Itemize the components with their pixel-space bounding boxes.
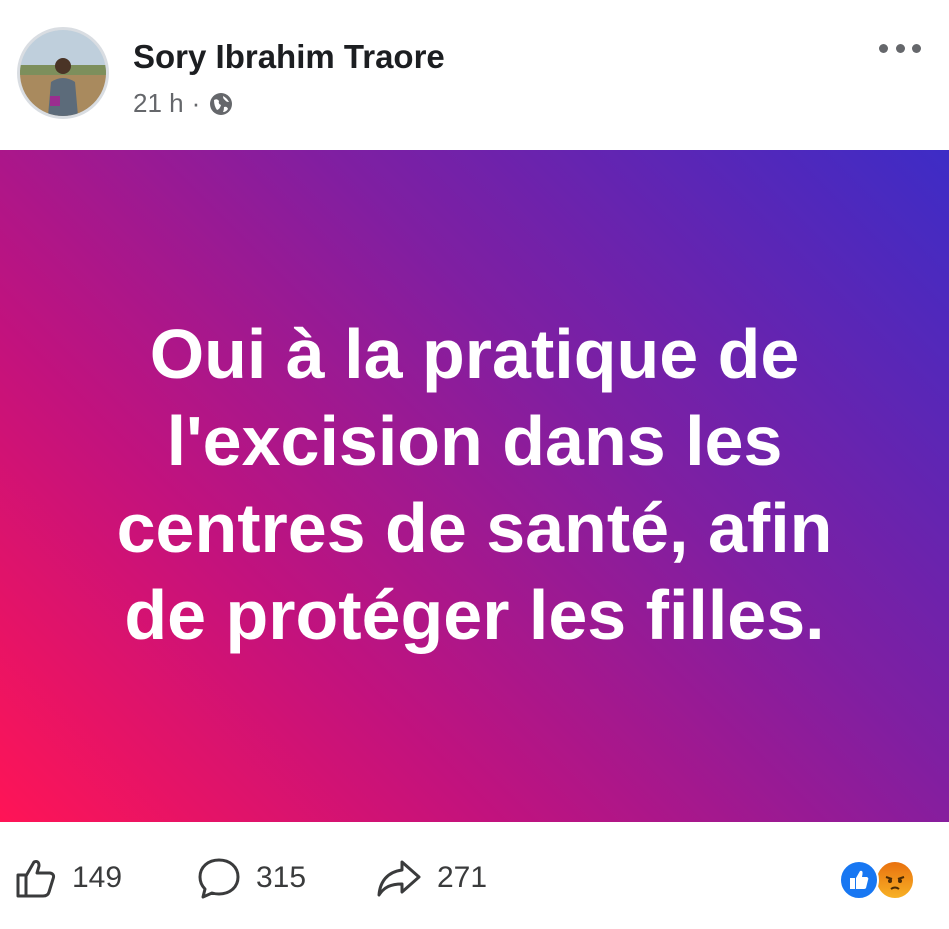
post-time[interactable]: 21 h xyxy=(133,88,184,119)
status-text: Oui à la pratique de l'excision dans les… xyxy=(35,311,915,659)
more-options-icon[interactable] xyxy=(879,38,921,58)
facebook-post: Sory Ibrahim Traore 21 h · Oui à la prat… xyxy=(0,0,949,929)
share-count: 271 xyxy=(437,861,488,894)
status-line: de protéger les filles. xyxy=(124,576,825,654)
angry-face-icon xyxy=(885,876,905,890)
avatar-photo xyxy=(20,30,106,116)
share-button[interactable]: 271 xyxy=(375,856,487,900)
more-dot xyxy=(879,43,888,53)
reactions-summary[interactable] xyxy=(839,860,923,902)
status-line: Oui à la pratique de xyxy=(149,315,800,393)
share-arrow-icon xyxy=(377,860,421,897)
comment-button[interactable]: 315 xyxy=(196,856,306,900)
meta-separator: · xyxy=(191,88,201,118)
author-name[interactable]: Sory Ibrahim Traore xyxy=(133,38,445,76)
status-background: Oui à la pratique de l'excision dans les… xyxy=(0,150,949,822)
more-dot xyxy=(895,43,905,53)
author-avatar[interactable] xyxy=(17,27,109,119)
comment-count: 315 xyxy=(256,861,307,894)
status-line: centres de santé, afin xyxy=(116,489,833,567)
post-meta: 21 h · xyxy=(133,88,234,119)
thumbs-up-mini-icon xyxy=(850,870,869,889)
like-count: 149 xyxy=(72,861,123,894)
like-button[interactable]: 149 xyxy=(14,856,122,900)
more-dot xyxy=(912,43,921,53)
post-header: Sory Ibrahim Traore 21 h · xyxy=(0,0,949,150)
post-footer: 149 315 271 xyxy=(0,822,949,929)
angry-reaction-icon xyxy=(875,860,915,900)
like-reaction-icon xyxy=(839,860,879,900)
thumbs-up-icon xyxy=(16,860,56,898)
status-line: l'excision dans les xyxy=(166,402,783,480)
comment-bubble-icon xyxy=(198,858,240,899)
globe-icon xyxy=(210,92,233,115)
